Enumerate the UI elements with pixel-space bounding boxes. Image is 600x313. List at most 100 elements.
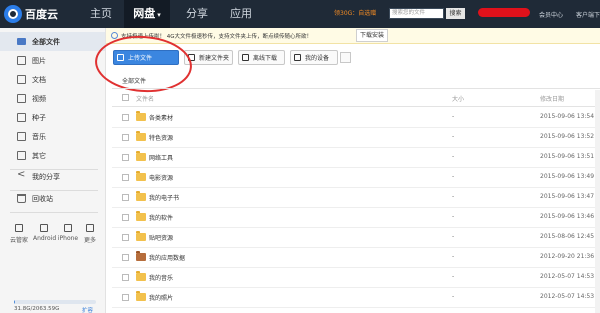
folder-icon: [136, 131, 146, 141]
file-name[interactable]: 贴吧资源: [149, 233, 173, 242]
top-navigation-bar: 百度云 主页 网盘 ▾ 分享 应用 领30G：自选赠 搜索您的文件 搜索 会员中心…: [0, 0, 600, 28]
table-row[interactable]: 各类素材 - 2015-09-06 13:54: [112, 108, 600, 128]
share-icon: [17, 169, 26, 181]
folder-icon: [136, 211, 146, 221]
member-center-link[interactable]: 会员中心: [539, 10, 563, 19]
file-name[interactable]: 网络工具: [149, 153, 173, 162]
table-row[interactable]: 我的电子书 - 2015-09-06 13:47: [112, 188, 600, 208]
column-header-size[interactable]: 大小: [452, 94, 464, 103]
sidebar-item-music[interactable]: 音乐: [0, 127, 105, 146]
my-devices-button[interactable]: 我的设备: [290, 50, 338, 65]
row-checkbox[interactable]: [122, 114, 129, 121]
file-size: -: [452, 233, 455, 240]
nav-home[interactable]: 主页: [88, 0, 114, 28]
baidu-cloud-logo[interactable]: 百度云: [4, 5, 58, 23]
sidebar-item-torrents[interactable]: 种子: [0, 108, 105, 127]
table-row[interactable]: 电影资源 - 2015-09-06 13:49: [112, 168, 600, 188]
device-label: 更多: [83, 237, 96, 244]
table-row[interactable]: 我的照片 - 2012-05-07 14:53: [112, 288, 600, 308]
new-folder-label: 新建文件夹: [199, 55, 230, 62]
device-icon: [294, 54, 301, 61]
file-date: 2015-09-06 13:52: [540, 133, 595, 140]
file-name[interactable]: 我的音乐: [149, 273, 173, 282]
search-input[interactable]: 搜索您的文件: [389, 8, 444, 19]
promo-link[interactable]: 领30G：自选赠: [334, 8, 376, 17]
sidebar-item-videos[interactable]: 视频: [0, 89, 105, 108]
sidebar-item-documents[interactable]: 文档: [0, 70, 105, 89]
my-devices-label: 我的设备: [305, 55, 330, 62]
image-icon: [17, 56, 26, 65]
device-android[interactable]: Android: [33, 224, 56, 242]
folder-icon: [136, 291, 146, 301]
file-size: -: [452, 213, 455, 220]
file-size: -: [452, 173, 455, 180]
sidebar-item-label: 图片: [32, 56, 46, 65]
row-checkbox[interactable]: [122, 174, 129, 181]
scrollbar[interactable]: [595, 90, 600, 313]
row-checkbox[interactable]: [122, 154, 129, 161]
storage-quota-text: 31.8G/2063.59G: [14, 306, 60, 312]
sidebar-item-label: 回收站: [32, 194, 53, 203]
row-checkbox[interactable]: [122, 194, 129, 201]
table-row[interactable]: 我的应用数据 - 2012-09-20 21:36: [112, 248, 600, 268]
file-name[interactable]: 我的软件: [149, 213, 173, 222]
device-more[interactable]: 更多: [79, 224, 101, 244]
notice-bar: 支持极速上传啦！ 4G大文件极速秒传，支持文件夹上传，断点续传随心所欲！ 下载安…: [106, 28, 600, 44]
select-all-checkbox[interactable]: [122, 94, 129, 101]
device-label: 云管家: [9, 237, 28, 244]
chevron-down-icon: ▾: [157, 11, 161, 19]
nav-apps[interactable]: 应用: [228, 0, 254, 28]
file-name[interactable]: 我的电子书: [149, 193, 179, 202]
logo-text: 百度云: [25, 8, 58, 21]
android-icon: [40, 224, 48, 232]
folder-icon: [136, 111, 146, 121]
row-checkbox[interactable]: [122, 254, 129, 261]
sidebar-item-trash[interactable]: 回收站: [0, 189, 105, 208]
file-size: -: [452, 193, 455, 200]
table-row[interactable]: 网络工具 - 2015-09-06 13:51: [112, 148, 600, 168]
table-row[interactable]: 贴吧资源 - 2015-08-06 12:45: [112, 228, 600, 248]
nav-netdisk[interactable]: 网盘 ▾: [124, 0, 170, 28]
file-name[interactable]: 特色资源: [149, 133, 173, 142]
file-date: 2015-09-06 13:46: [540, 213, 595, 220]
file-name[interactable]: 各类素材: [149, 113, 173, 122]
row-checkbox[interactable]: [122, 214, 129, 221]
device-iphone[interactable]: iPhone: [57, 224, 79, 242]
nav-home-label: 主页: [90, 7, 112, 20]
row-checkbox[interactable]: [122, 274, 129, 281]
offline-download-button[interactable]: 离线下载: [238, 50, 285, 65]
file-name[interactable]: 我的应用数据: [149, 253, 185, 262]
breadcrumb[interactable]: 全部文件: [122, 76, 146, 85]
redacted-username[interactable]: [478, 8, 530, 17]
nav-apps-label: 应用: [230, 7, 252, 20]
torrent-icon: [17, 113, 26, 122]
row-checkbox[interactable]: [122, 134, 129, 141]
column-header-name[interactable]: 文件名: [136, 94, 154, 103]
table-row[interactable]: 我的软件 - 2015-09-06 13:46: [112, 208, 600, 228]
expand-storage-link[interactable]: 扩容: [82, 306, 93, 313]
client-download-link[interactable]: 客户端下: [576, 10, 600, 19]
file-size: -: [452, 293, 455, 300]
video-icon: [17, 94, 26, 103]
device-cloud-manager[interactable]: 云管家: [8, 224, 30, 244]
sidebar-item-label: 我的分享: [32, 172, 60, 181]
row-checkbox[interactable]: [122, 234, 129, 241]
table-row[interactable]: 特色资源 - 2015-09-06 13:52: [112, 128, 600, 148]
file-date: 2015-08-06 12:45: [540, 233, 595, 240]
column-header-date[interactable]: 修改日期: [540, 94, 564, 103]
sidebar-item-images[interactable]: 图片: [0, 51, 105, 70]
download-install-button[interactable]: 下载安装: [356, 29, 389, 42]
file-size: -: [452, 273, 455, 280]
search-button[interactable]: 搜索: [446, 8, 465, 19]
dropdown-toggle-icon[interactable]: [340, 52, 351, 63]
row-checkbox[interactable]: [122, 294, 129, 301]
table-row[interactable]: 我的音乐 - 2012-05-07 14:53: [112, 268, 600, 288]
folder-icon: [136, 151, 146, 161]
nav-share[interactable]: 分享: [184, 0, 210, 28]
file-name[interactable]: 我的照片: [149, 293, 173, 302]
sidebar-item-all-files[interactable]: 全部文件: [0, 32, 105, 51]
file-table-header: 文件名 大小 修改日期: [112, 88, 600, 107]
sidebar-item-other[interactable]: 其它: [0, 146, 105, 165]
file-name[interactable]: 电影资源: [149, 173, 173, 182]
sidebar-item-my-shares[interactable]: 我的分享: [0, 167, 105, 186]
